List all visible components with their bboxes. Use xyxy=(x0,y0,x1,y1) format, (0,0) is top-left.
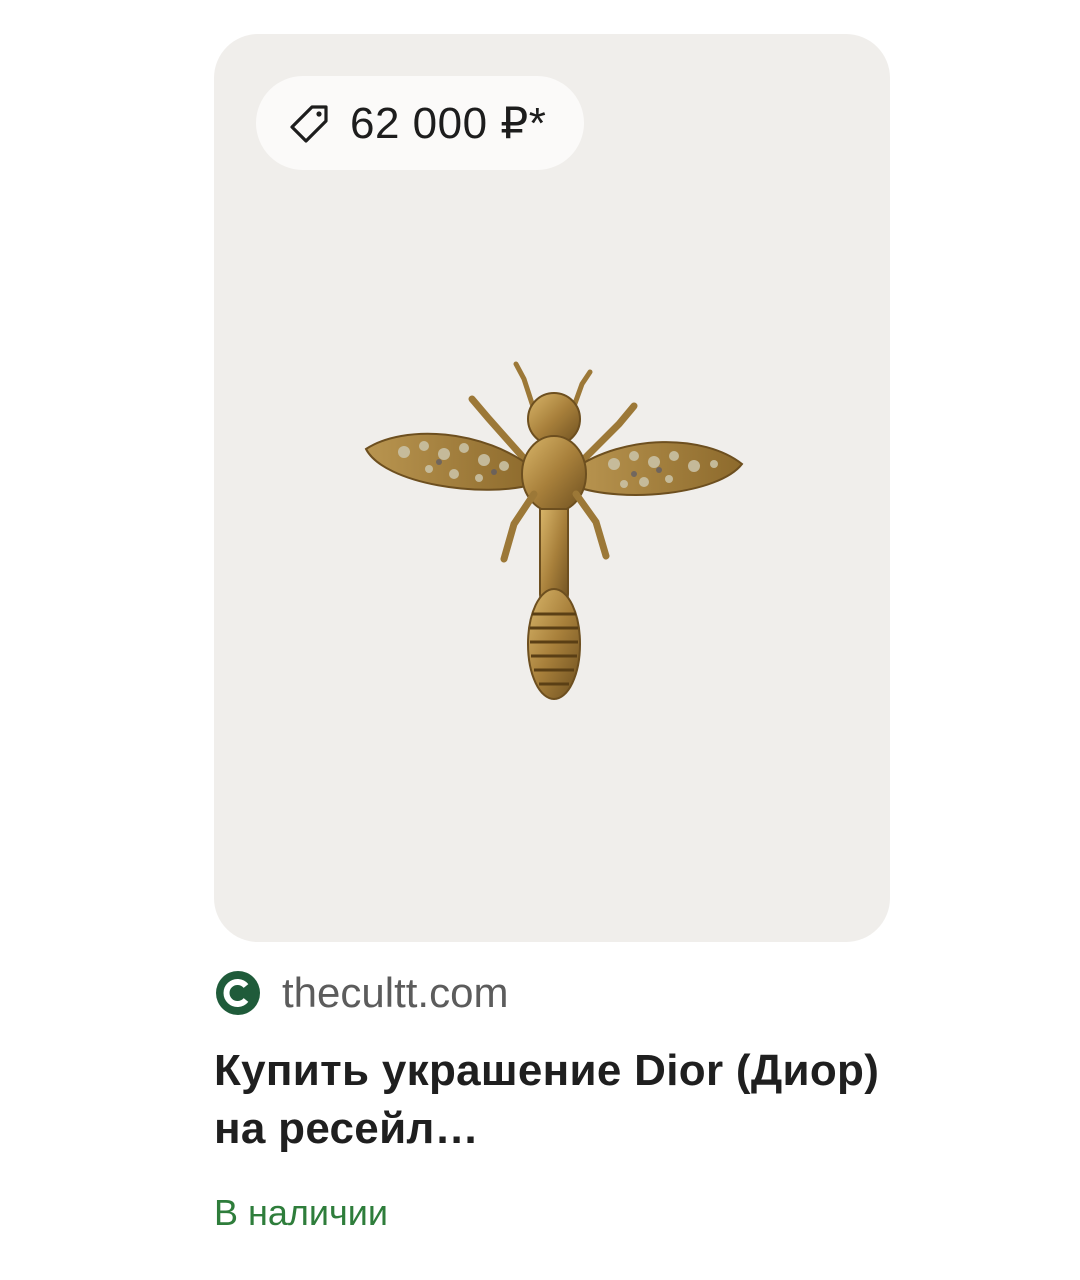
source-domain[interactable]: thecultt.com xyxy=(282,969,508,1017)
tag-icon xyxy=(288,101,332,145)
product-card[interactable]: 62 000 ₽* thecultt.com Купить украшение … xyxy=(214,0,894,1280)
price-text: 62 000 ₽* xyxy=(350,98,547,148)
product-image-container[interactable]: 62 000 ₽* xyxy=(214,34,890,942)
availability-status: В наличии xyxy=(214,1192,389,1233)
product-title[interactable]: Купить украшение Dior (Диор) на ресейл… xyxy=(214,1042,894,1158)
dior-bee-brooch-image xyxy=(364,361,744,700)
source-row[interactable]: thecultt.com xyxy=(214,968,508,1018)
thecultt-favicon-icon xyxy=(214,969,262,1017)
price-badge: 62 000 ₽* xyxy=(256,76,585,170)
